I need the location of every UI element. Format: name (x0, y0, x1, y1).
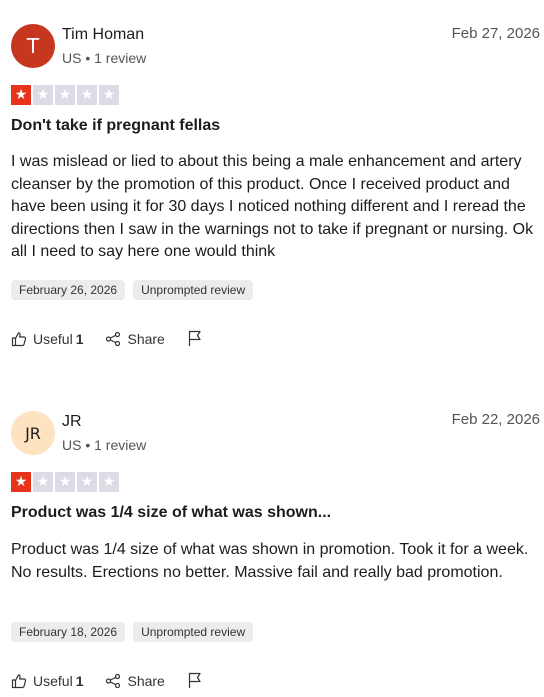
share-icon (105, 673, 121, 689)
flag-button[interactable] (187, 330, 203, 347)
reviewer-name[interactable]: Tim Homan (62, 26, 144, 44)
star-rating: ★ ★ ★ ★ ★ (11, 85, 119, 105)
useful-count: 1 (75, 672, 84, 689)
useful-count: 1 (75, 330, 84, 347)
star-icon: ★ (33, 472, 53, 492)
reviewer-meta: US • 1 review (62, 437, 147, 453)
flag-button[interactable] (187, 672, 203, 689)
review-body: I was mislead or lied to about this bein… (11, 153, 534, 260)
star-icon: ★ (33, 85, 53, 105)
share-label: Share (127, 330, 165, 347)
useful-label: Useful (33, 330, 73, 347)
star-icon: ★ (77, 85, 97, 105)
unprompted-review-tag: Unprompted review (133, 280, 254, 300)
flag-icon (187, 330, 203, 347)
star-icon: ★ (55, 85, 75, 105)
review-actions: Useful 1 Share (11, 672, 225, 689)
review-body: Product was 1/4 size of what was shown i… (11, 541, 529, 581)
star-icon: ★ (77, 472, 97, 492)
share-button[interactable]: Share (105, 672, 165, 689)
useful-label: Useful (33, 672, 73, 689)
experience-date-tag: February 26, 2026 (11, 280, 126, 300)
review-title[interactable]: Product was 1/4 size of what was shown..… (11, 504, 331, 522)
star-icon: ★ (11, 472, 31, 492)
experience-date-tag: February 18, 2026 (11, 622, 126, 642)
thumbs-up-icon (11, 331, 27, 347)
star-icon: ★ (99, 85, 119, 105)
review-date: Feb 27, 2026 (451, 25, 540, 42)
share-icon (105, 331, 121, 347)
star-icon: ★ (99, 472, 119, 492)
share-button[interactable]: Share (105, 330, 165, 347)
star-icon: ★ (55, 472, 75, 492)
flag-icon (187, 672, 203, 689)
avatar[interactable]: T (11, 24, 55, 68)
useful-button[interactable]: Useful 1 (11, 331, 83, 347)
unprompted-review-tag: Unprompted review (133, 622, 254, 642)
star-icon: ★ (11, 85, 31, 105)
review-date: Feb 22, 2026 (451, 411, 540, 428)
review-tags: February 18, 2026 Unprompted review (11, 622, 254, 642)
avatar[interactable]: JR (11, 411, 55, 455)
useful-button[interactable]: Useful 1 (11, 673, 83, 689)
thumbs-up-icon (11, 673, 27, 689)
review-tags: February 26, 2026 Unprompted review (11, 280, 254, 300)
reviewer-meta: US • 1 review (62, 50, 147, 66)
review-title[interactable]: Don't take if pregnant fellas (11, 117, 220, 135)
reviewer-name[interactable]: JR (62, 413, 82, 431)
share-label: Share (127, 672, 165, 689)
star-rating: ★ ★ ★ ★ ★ (11, 472, 119, 492)
review-actions: Useful 1 Share (11, 330, 225, 347)
